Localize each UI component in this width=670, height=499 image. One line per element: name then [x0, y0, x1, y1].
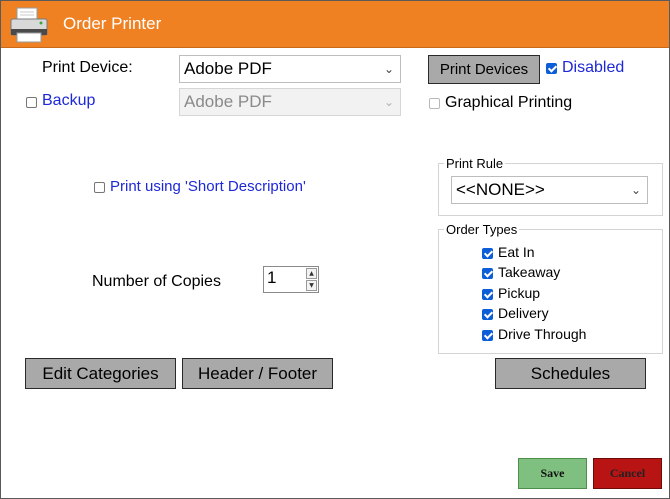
print-device-label: Print Device: [42, 59, 133, 76]
order-printer-window: Order Printer Print Device: Adobe PDF ⌄ … [0, 0, 670, 499]
print-device-select[interactable]: Adobe PDF ⌄ [179, 55, 401, 83]
short-description-label: Print using 'Short Description' [110, 178, 306, 195]
order-type-drive-through-checkbox[interactable] [482, 330, 493, 341]
chevron-down-icon: ⌄ [630, 183, 641, 197]
backup-label: Backup [42, 92, 96, 109]
order-type-drive-through-label: Drive Through [498, 326, 587, 342]
order-type-eat-in-label: Eat In [498, 244, 535, 260]
window-title: Order Printer [63, 14, 162, 33]
disabled-checkbox[interactable] [546, 63, 557, 74]
backup-device-value: Adobe PDF [184, 92, 272, 111]
backup-checkbox[interactable] [26, 97, 37, 108]
print-device-value: Adobe PDF [184, 59, 272, 78]
header-footer-button[interactable]: Header / Footer [182, 358, 333, 389]
title-bar: Order Printer [1, 1, 669, 48]
copies-spinner[interactable]: 1 ▲ ▼ [263, 266, 319, 293]
chevron-down-icon: ⌄ [383, 95, 394, 109]
save-button[interactable]: Save [518, 458, 587, 489]
spin-up-button[interactable]: ▲ [306, 268, 317, 279]
order-type-pickup-label: Pickup [498, 285, 541, 301]
print-rule-select[interactable]: <<NONE>> ⌄ [451, 176, 648, 204]
schedules-button[interactable]: Schedules [495, 358, 646, 389]
order-type-pickup-checkbox[interactable] [482, 289, 493, 300]
copies-value: 1 [267, 268, 277, 287]
printer-icon [10, 7, 48, 43]
cancel-button[interactable]: Cancel [593, 458, 662, 489]
spin-down-button[interactable]: ▼ [306, 280, 317, 291]
order-type-takeaway-checkbox[interactable] [482, 268, 493, 279]
short-description-checkbox[interactable] [94, 182, 105, 193]
print-rule-legend: Print Rule [444, 156, 506, 171]
backup-device-select: Adobe PDF ⌄ [179, 88, 401, 116]
print-rule-value: <<NONE>> [456, 180, 545, 199]
order-type-delivery-label: Delivery [498, 305, 549, 321]
graphical-printing-checkbox[interactable] [429, 98, 440, 109]
print-devices-button[interactable]: Print Devices [428, 55, 540, 84]
order-type-takeaway-label: Takeaway [498, 264, 561, 280]
disabled-label: Disabled [562, 59, 625, 76]
order-types-legend: Order Types [444, 222, 520, 237]
order-type-delivery-checkbox[interactable] [482, 309, 493, 320]
order-type-eat-in-checkbox[interactable] [482, 248, 493, 259]
edit-categories-button[interactable]: Edit Categories [25, 358, 176, 389]
graphical-printing-label: Graphical Printing [445, 94, 573, 111]
chevron-down-icon: ⌄ [383, 62, 394, 76]
number-of-copies-label: Number of Copies [92, 273, 221, 290]
